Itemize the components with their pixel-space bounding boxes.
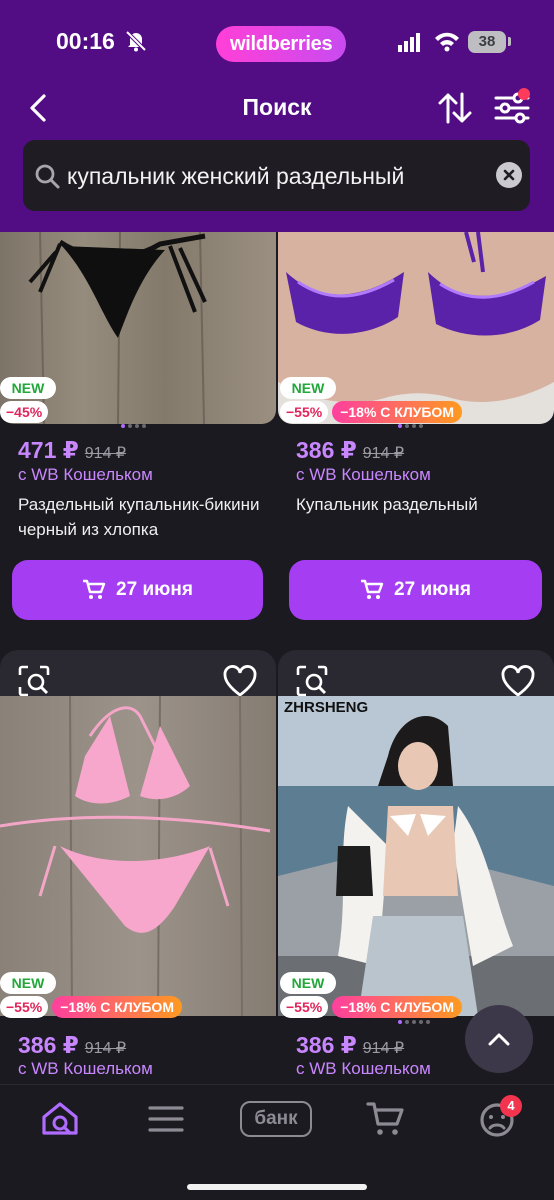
close-icon	[503, 169, 515, 181]
app-screen: NEW −45% 471 ₽ 914 ₽ с WB Кошельком Разд…	[0, 0, 554, 1200]
product-image-4[interactable]: ZHRSHENG	[278, 696, 554, 1016]
badges-4: NEW −55% −18% С КЛУБОМ	[280, 972, 462, 1018]
similar-search-icon[interactable]	[16, 663, 52, 699]
cart-icon	[361, 579, 384, 599]
image-watermark: ZHRSHENG	[284, 699, 368, 716]
price-row-3: 386 ₽ 914 ₽	[18, 1032, 126, 1059]
badges-3: NEW −55% −18% С КЛУБОМ	[0, 972, 182, 1018]
image-pager-dots	[398, 424, 423, 428]
bell-off-icon	[126, 30, 146, 52]
nav-row: Поиск	[0, 86, 554, 130]
product-title[interactable]: Раздельный купальник-бикини черный из хл…	[18, 492, 268, 542]
header: 00:16 wildberries 38 Поиск купальник жен…	[0, 0, 554, 232]
badges-2: NEW −55% −18% С КЛУБОМ	[280, 377, 462, 423]
delivery-date: 27 июня	[394, 579, 471, 600]
filter-active-dot	[518, 88, 530, 100]
scroll-to-top-button[interactable]	[465, 1005, 533, 1073]
new-badge: NEW	[280, 972, 336, 994]
back-arrow-icon[interactable]	[24, 90, 56, 126]
profile-notification-badge: 4	[500, 1095, 522, 1117]
add-to-cart-button[interactable]: 27 июня	[289, 560, 542, 620]
new-badge: NEW	[0, 972, 56, 994]
similar-search-icon[interactable]	[294, 663, 330, 699]
new-badge: NEW	[280, 377, 336, 399]
discount-badge: −55%	[280, 401, 329, 423]
signal-icon	[398, 33, 420, 52]
bank-tab[interactable]: банк	[240, 1101, 312, 1137]
price-row-2: 386 ₽ 914 ₽	[296, 437, 404, 464]
delivery-date: 27 июня	[116, 579, 193, 600]
add-to-cart-button[interactable]: 27 июня	[12, 560, 263, 620]
price: 386 ₽	[296, 1032, 357, 1058]
badges-1: NEW −45%	[0, 377, 56, 423]
club-discount-badge: −18% С КЛУБОМ	[332, 401, 462, 423]
product-title[interactable]: Купальник раздельный	[296, 492, 546, 517]
brand-logo: wildberries	[216, 26, 347, 62]
search-icon	[35, 164, 60, 189]
old-price: 914 ₽	[84, 445, 127, 462]
home-search-icon[interactable]	[36, 1099, 84, 1139]
club-discount-badge: −18% С КЛУБОМ	[52, 996, 182, 1018]
cart-icon	[83, 579, 106, 599]
cart-icon[interactable]	[362, 1099, 410, 1139]
heart-icon[interactable]	[222, 664, 258, 700]
new-badge: NEW	[0, 377, 56, 399]
price: 386 ₽	[296, 437, 357, 463]
search-input[interactable]: купальник женский раздельный	[23, 140, 530, 211]
discount-badge: −55%	[280, 996, 329, 1018]
home-indicator	[187, 1184, 367, 1190]
discount-badge: −55%	[0, 996, 49, 1018]
wallet-label: с WB Кошельком	[296, 1059, 431, 1078]
wallet-label: с WB Кошельком	[296, 465, 431, 484]
image-pager-dots	[121, 424, 146, 428]
wallet-label: с WB Кошельком	[18, 465, 153, 484]
product-image-3[interactable]	[0, 696, 276, 1016]
wifi-icon	[435, 32, 459, 52]
old-price: 914 ₽	[362, 1040, 405, 1057]
heart-icon[interactable]	[500, 664, 536, 700]
discount-badge: −45%	[0, 401, 49, 423]
old-price: 914 ₽	[362, 445, 405, 462]
catalog-menu-icon[interactable]	[142, 1099, 190, 1139]
search-query: купальник женский раздельный	[67, 163, 405, 189]
wallet-label: с WB Кошельком	[18, 1059, 153, 1078]
status-time: 00:16	[56, 28, 115, 54]
price-row-1: 471 ₽ 914 ₽	[18, 437, 126, 464]
price-row-4: 386 ₽ 914 ₽	[296, 1032, 404, 1059]
club-discount-badge: −18% С КЛУБОМ	[332, 996, 462, 1018]
image-pager-dots	[398, 1020, 430, 1024]
chevron-up-icon	[488, 1033, 510, 1046]
sort-icon[interactable]	[436, 90, 474, 126]
old-price: 914 ₽	[84, 1040, 127, 1057]
clear-search-button[interactable]	[496, 162, 522, 188]
price: 386 ₽	[18, 1032, 79, 1058]
status-bar: 00:16 wildberries 38	[0, 22, 554, 62]
bottom-nav: банк 4	[0, 1084, 554, 1200]
battery-indicator: 38	[468, 31, 506, 53]
battery-tip	[508, 37, 511, 46]
price: 471 ₽	[18, 437, 79, 463]
